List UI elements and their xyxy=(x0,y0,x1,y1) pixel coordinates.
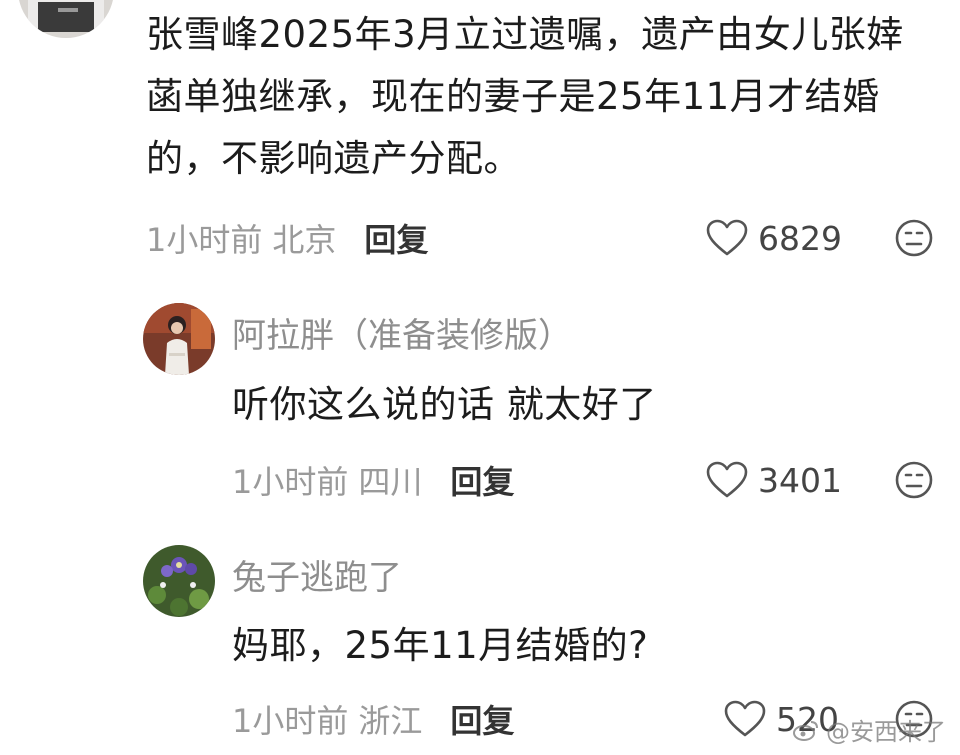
comment-text: 张雪峰2025年3月立过遗嘱，遗产由女儿张婞菡单独继承，现在的妻子是25年11月… xyxy=(146,13,904,180)
comment-location: 北京 xyxy=(272,221,337,259)
comment-meta: 1小时前 四川 回复 xyxy=(232,458,514,502)
comment-time: 1小时前 xyxy=(232,702,349,740)
weibo-logo-icon xyxy=(793,720,818,741)
neutral-face-icon[interactable] xyxy=(894,218,934,258)
like-button[interactable]: 3401 xyxy=(706,458,842,502)
reply-button[interactable]: 回复 xyxy=(450,696,514,742)
comment-thread: 张雪峰2025年3月立过遗嘱，遗产由女儿张婞菡单独继承，现在的妻子是25年11月… xyxy=(0,0,960,755)
username[interactable]: 兔子逃跑了 xyxy=(232,558,402,598)
heart-outline-icon xyxy=(706,461,748,498)
comment-time: 1小时前 xyxy=(146,221,263,259)
neutral-face-icon[interactable] xyxy=(894,460,934,500)
comment-meta: 1小时前 北京 回复 xyxy=(146,216,428,260)
reply-button[interactable]: 回复 xyxy=(450,457,514,503)
comment-text: 妈耶，25年11月结婚的? xyxy=(232,624,649,667)
comment-location: 浙江 xyxy=(358,702,423,740)
heart-outline-icon xyxy=(706,219,748,256)
like-count: 3401 xyxy=(758,460,842,500)
comment-location: 四川 xyxy=(358,463,423,501)
heart-outline-icon xyxy=(724,700,766,737)
like-button[interactable]: 6829 xyxy=(706,216,842,260)
like-count: 6829 xyxy=(758,218,842,258)
watermark: @安西来了 xyxy=(792,712,946,747)
comment-meta: 1小时前 浙江 回复 xyxy=(232,697,514,741)
reply-button[interactable]: 回复 xyxy=(364,215,428,261)
watermark-text: @安西来了 xyxy=(826,718,946,746)
username[interactable]: 阿拉胖（准备装修版） xyxy=(232,316,572,356)
avatar[interactable] xyxy=(143,303,215,375)
comment-time: 1小时前 xyxy=(232,463,349,501)
avatar[interactable] xyxy=(143,545,215,617)
avatar[interactable] xyxy=(18,0,114,38)
comment-text: 听你这么说的话 就太好了 xyxy=(232,383,657,426)
